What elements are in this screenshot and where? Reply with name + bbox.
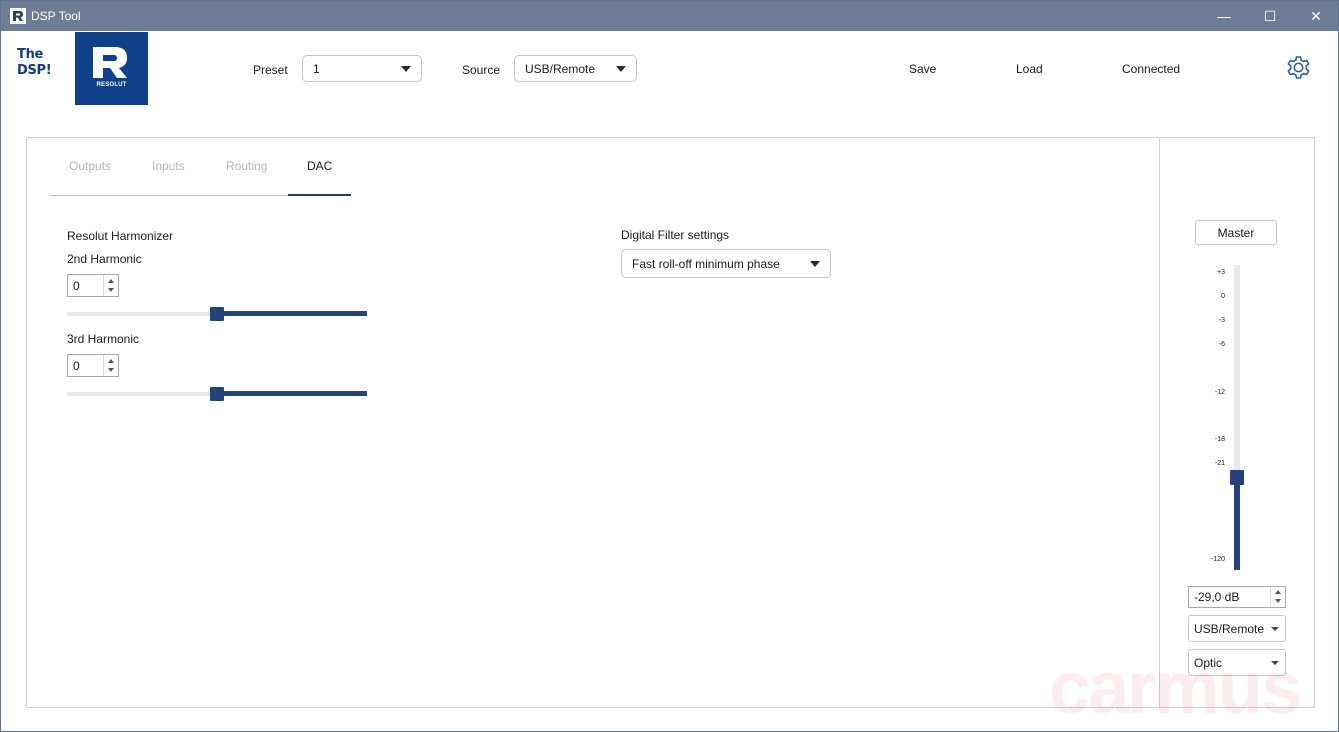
- preset-select[interactable]: 1: [302, 55, 422, 82]
- volume-tick: -21: [1214, 460, 1225, 467]
- preset-select-value: 1: [313, 61, 320, 76]
- third-harmonic-label: 3rd Harmonic: [67, 332, 140, 346]
- tab-dac[interactable]: DAC: [307, 159, 332, 173]
- master-source-select[interactable]: USB/Remote: [1188, 615, 1286, 642]
- third-harmonic-spinbox[interactable]: 0: [67, 354, 119, 377]
- slider-fill: [224, 311, 367, 316]
- product-wordmark-line2: DSP!: [17, 63, 52, 78]
- digital-filter-label: Digital Filter settings: [621, 228, 730, 242]
- slider-track: [67, 392, 210, 396]
- arrow-down-icon[interactable]: [108, 288, 114, 292]
- master-volume-value: -29,0 dB: [1194, 590, 1240, 604]
- volume-tick: -12: [1214, 389, 1225, 396]
- volume-tick: +3: [1217, 269, 1225, 276]
- volume-tick: -3: [1218, 317, 1225, 324]
- volume-tick: 0: [1221, 293, 1225, 300]
- window-title: DSP Tool: [31, 9, 81, 23]
- slider-track: [67, 312, 210, 316]
- digital-filter-value: Fast roll-off minimum phase: [632, 256, 780, 271]
- arrow-down-icon[interactable]: [108, 368, 114, 372]
- arrow-up-icon[interactable]: [1275, 590, 1281, 594]
- chevron-down-icon: [810, 261, 820, 267]
- master-volume-spinbox[interactable]: -29,0 dB: [1188, 586, 1286, 608]
- digital-filter-select[interactable]: Fast roll-off minimum phase: [621, 249, 831, 278]
- volume-tick: -18: [1214, 436, 1225, 443]
- source-label: Source: [462, 63, 501, 77]
- chevron-down-icon: [401, 66, 411, 72]
- tab-routing[interactable]: Routing: [226, 159, 267, 173]
- spinbox-arrows[interactable]: [103, 355, 118, 376]
- master-source-value: USB/Remote: [1194, 621, 1265, 636]
- slider-thumb[interactable]: [210, 307, 224, 321]
- spinbox-arrows[interactable]: [103, 275, 118, 296]
- volume-tick: -120: [1210, 556, 1225, 563]
- save-button[interactable]: Save: [909, 62, 936, 76]
- chevron-down-icon: [1271, 627, 1279, 631]
- second-harmonic-slider[interactable]: [67, 307, 367, 321]
- second-harmonic-label: 2nd Harmonic: [67, 252, 142, 266]
- tab-outputs[interactable]: Outputs: [69, 159, 111, 173]
- gear-icon[interactable]: [1284, 53, 1313, 82]
- arrow-up-icon[interactable]: [108, 359, 114, 363]
- product-wordmark-line1: The: [17, 47, 44, 62]
- connection-status: Connected: [1122, 62, 1181, 76]
- harmonizer-title: Resolut Harmonizer: [67, 229, 174, 243]
- product-wordmark: The DSP!: [17, 47, 52, 79]
- logo-caption: RESOLUT: [96, 82, 127, 88]
- master-volume-fill: [1234, 485, 1240, 570]
- close-button[interactable]: ✕: [1293, 1, 1339, 31]
- load-button[interactable]: Load: [1016, 62, 1043, 76]
- preset-label: Preset: [253, 63, 288, 77]
- arrow-up-icon[interactable]: [108, 279, 114, 283]
- main-panel: [26, 137, 1315, 708]
- maximize-button[interactable]: ☐: [1247, 1, 1293, 31]
- active-tab-indicator: [288, 194, 351, 196]
- slider-thumb[interactable]: [210, 387, 224, 401]
- resolut-logo-icon: [93, 47, 127, 78]
- third-harmonic-slider[interactable]: [67, 387, 367, 401]
- spinbox-arrows[interactable]: [1270, 587, 1285, 607]
- master-volume-thumb[interactable]: [1230, 470, 1244, 485]
- master-button[interactable]: Master: [1195, 220, 1277, 245]
- tab-inputs[interactable]: Inputs: [152, 159, 185, 173]
- third-harmonic-value: 0: [73, 359, 80, 373]
- volume-tick: -6: [1218, 341, 1225, 348]
- chevron-down-icon: [616, 66, 626, 72]
- minimize-button[interactable]: —: [1201, 1, 1247, 31]
- app-window: DSP Tool — ☐ ✕ The DSP! RESOLUT Preset 1…: [0, 0, 1339, 732]
- second-harmonic-spinbox[interactable]: 0: [67, 274, 119, 297]
- slider-fill: [224, 391, 367, 396]
- source-select[interactable]: USB/Remote: [514, 55, 637, 82]
- title-bar[interactable]: DSP Tool — ☐ ✕: [1, 1, 1338, 31]
- watermark: carmus: [1049, 646, 1302, 729]
- second-harmonic-value: 0: [73, 279, 80, 293]
- source-select-value: USB/Remote: [525, 61, 596, 76]
- resolut-logo: RESOLUT: [75, 32, 148, 105]
- arrow-down-icon[interactable]: [1275, 599, 1281, 603]
- panel-divider: [1159, 137, 1160, 708]
- app-logo-icon: [10, 8, 26, 24]
